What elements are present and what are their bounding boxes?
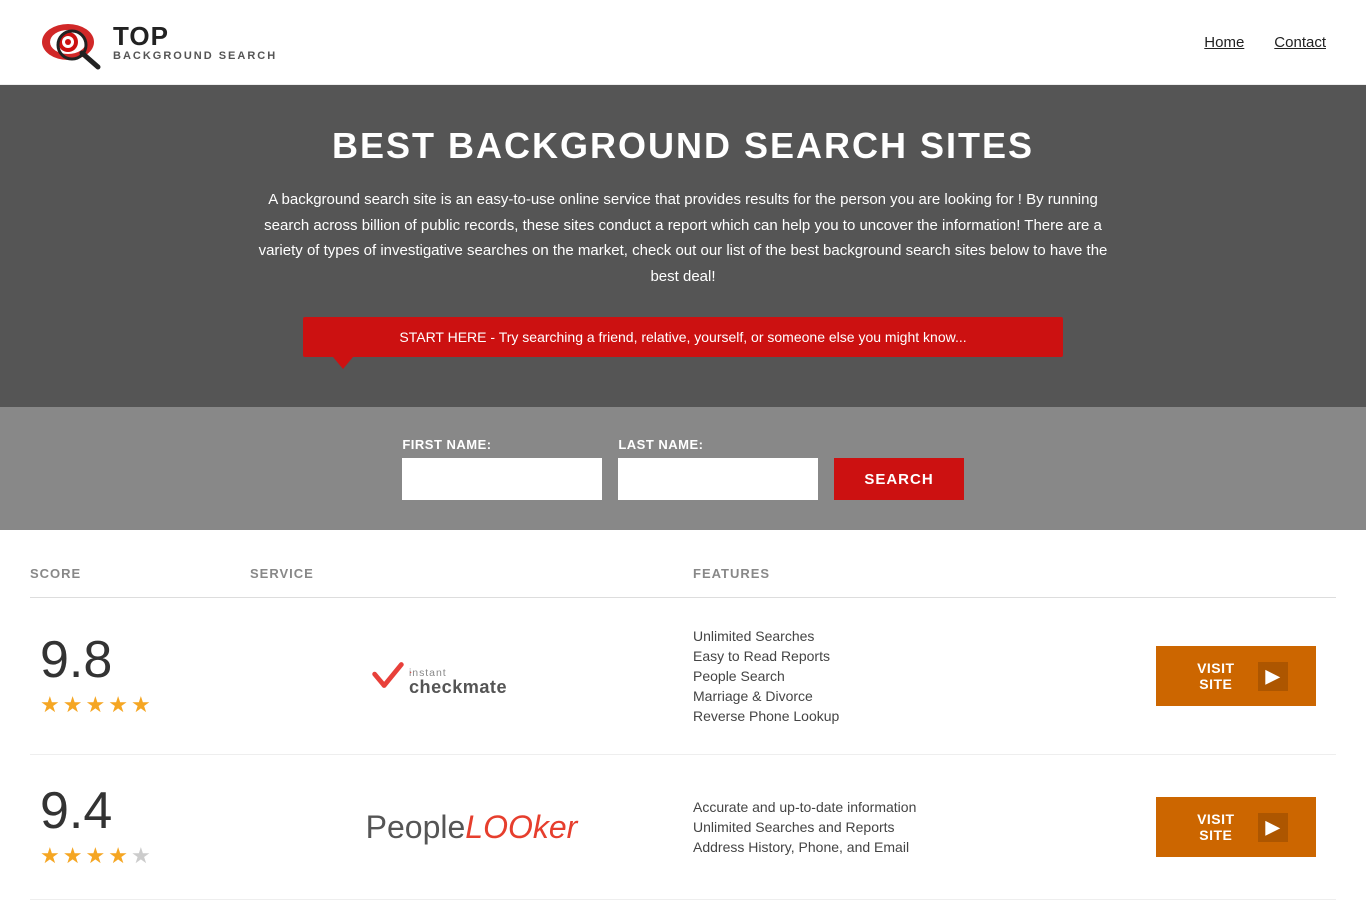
feature-2-1: Accurate and up-to-date information: [693, 799, 1136, 815]
last-name-label: LAST NAME:: [618, 437, 818, 452]
svg-text:checkmate: checkmate: [409, 677, 507, 697]
results-section: SCORE SERVICE FEATURES 9.8 ★ ★ ★ ★ ★ ins…: [0, 550, 1366, 900]
star-3: ★: [85, 692, 105, 718]
star-2-5: ★: [131, 843, 151, 869]
score-value-2: 9.4: [40, 785, 112, 837]
col-action: [1136, 566, 1336, 581]
feature-2-3: Address History, Phone, and Email: [693, 839, 1136, 855]
peoplelooker-logo: PeopleLOOker: [366, 809, 578, 846]
visit-button-1[interactable]: VISIT SITE ▶: [1156, 646, 1316, 706]
logo-text: TOP BACKGROUND SEARCH: [113, 22, 277, 63]
logo-top-text: TOP: [113, 22, 277, 51]
star-2-3: ★: [85, 843, 105, 869]
main-nav: Home Contact: [1204, 34, 1326, 51]
table-row: 9.4 ★ ★ ★ ★ ★ PeopleLOOker Accurate and …: [30, 755, 1336, 900]
last-name-input[interactable]: [618, 458, 818, 500]
features-cell-2: Accurate and up-to-date information Unli…: [693, 799, 1136, 855]
stars-2: ★ ★ ★ ★ ★: [40, 843, 151, 869]
first-name-input[interactable]: [402, 458, 602, 500]
stars-1: ★ ★ ★ ★ ★: [40, 692, 151, 718]
visit-cell-2: VISIT SITE ▶: [1136, 797, 1336, 857]
star-2-4: ★: [108, 843, 128, 869]
nav-home[interactable]: Home: [1204, 34, 1244, 51]
star-2-2: ★: [63, 843, 83, 869]
hero-section: BEST BACKGROUND SEARCH SITES A backgroun…: [0, 85, 1366, 407]
first-name-label: FIRST NAME:: [402, 437, 602, 452]
visit-cell-1: VISIT SITE ▶: [1136, 646, 1336, 706]
star-4: ★: [108, 692, 128, 718]
service-cell-2: PeopleLOOker: [250, 809, 693, 846]
table-row: 9.8 ★ ★ ★ ★ ★ instant checkmate ·: [30, 598, 1336, 755]
search-section: FIRST NAME: LAST NAME: SEARCH: [0, 407, 1366, 530]
table-header: SCORE SERVICE FEATURES: [30, 550, 1336, 598]
feature-1-2: Easy to Read Reports: [693, 648, 1136, 664]
visit-label-2: VISIT SITE: [1184, 811, 1248, 843]
callout-bubble: START HERE - Try searching a friend, rel…: [303, 317, 1063, 357]
score-cell-1: 9.8 ★ ★ ★ ★ ★: [30, 634, 250, 718]
feature-1-1: Unlimited Searches: [693, 628, 1136, 644]
feature-1-3: People Search: [693, 668, 1136, 684]
svg-text:·: ·: [409, 666, 413, 678]
star-1: ★: [40, 692, 60, 718]
checkmate-logo: instant checkmate ·: [367, 646, 577, 706]
hero-title: BEST BACKGROUND SEARCH SITES: [20, 125, 1346, 167]
search-form: FIRST NAME: LAST NAME: SEARCH: [20, 437, 1346, 500]
service-cell-1: instant checkmate ·: [250, 646, 693, 706]
nav-contact[interactable]: Contact: [1274, 34, 1326, 51]
feature-2-2: Unlimited Searches and Reports: [693, 819, 1136, 835]
score-value-1: 9.8: [40, 634, 112, 686]
star-2-1: ★: [40, 843, 60, 869]
hero-description: A background search site is an easy-to-u…: [253, 187, 1113, 289]
col-features: FEATURES: [693, 566, 1136, 581]
visit-arrow-1: ▶: [1258, 662, 1288, 691]
logo-icon: [40, 15, 105, 70]
logo: TOP BACKGROUND SEARCH: [40, 15, 277, 70]
search-button[interactable]: SEARCH: [834, 458, 963, 500]
feature-1-4: Marriage & Divorce: [693, 688, 1136, 704]
col-service: SERVICE: [250, 566, 693, 581]
logo-sub-text: BACKGROUND SEARCH: [113, 50, 277, 62]
people-looker-text: PeopleLOOker: [366, 809, 578, 845]
star-5: ★: [131, 692, 151, 718]
star-2: ★: [63, 692, 83, 718]
visit-button-2[interactable]: VISIT SITE ▶: [1156, 797, 1316, 857]
callout-text: START HERE - Try searching a friend, rel…: [399, 329, 966, 345]
col-score: SCORE: [30, 566, 250, 581]
score-cell-2: 9.4 ★ ★ ★ ★ ★: [30, 785, 250, 869]
first-name-field: FIRST NAME:: [402, 437, 602, 500]
visit-label-1: VISIT SITE: [1184, 660, 1248, 692]
site-header: TOP BACKGROUND SEARCH Home Contact: [0, 0, 1366, 85]
visit-arrow-2: ▶: [1258, 813, 1288, 842]
features-cell-1: Unlimited Searches Easy to Read Reports …: [693, 628, 1136, 724]
feature-1-5: Reverse Phone Lookup: [693, 708, 1136, 724]
last-name-field: LAST NAME:: [618, 437, 818, 500]
